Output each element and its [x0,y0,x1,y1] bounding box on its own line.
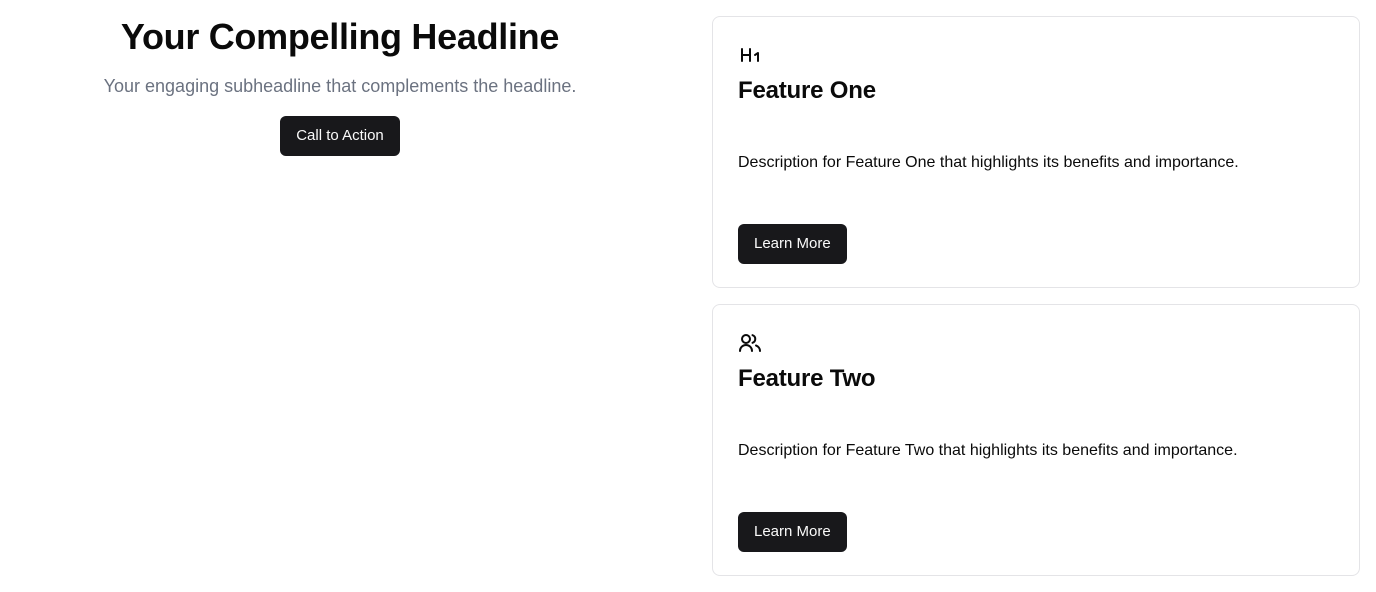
feature-title: Feature Two [738,365,876,392]
hero-subheadline: Your engaging subheadline that complemen… [103,76,577,96]
learn-more-button[interactable]: Learn More [738,512,847,552]
feature-title: Feature One [738,77,876,104]
hero-headline: Your Compelling Headline [120,16,560,57]
features-list: Feature One Description for Feature One … [712,16,1360,576]
call-to-action-button[interactable]: Call to Action [280,116,400,156]
learn-more-button[interactable]: Learn More [738,224,847,264]
feature-card-two: Feature Two Description for Feature Two … [712,304,1360,576]
heading-1-icon [738,43,762,67]
hero-section: Your Compelling Headline Your engaging s… [0,0,680,156]
users-icon [738,331,762,355]
landing-page: Your Compelling Headline Your engaging s… [0,0,1376,592]
feature-description: Description for Feature One that highlig… [738,154,1239,171]
feature-card-one: Feature One Description for Feature One … [712,16,1360,288]
feature-description: Description for Feature Two that highlig… [738,442,1238,459]
